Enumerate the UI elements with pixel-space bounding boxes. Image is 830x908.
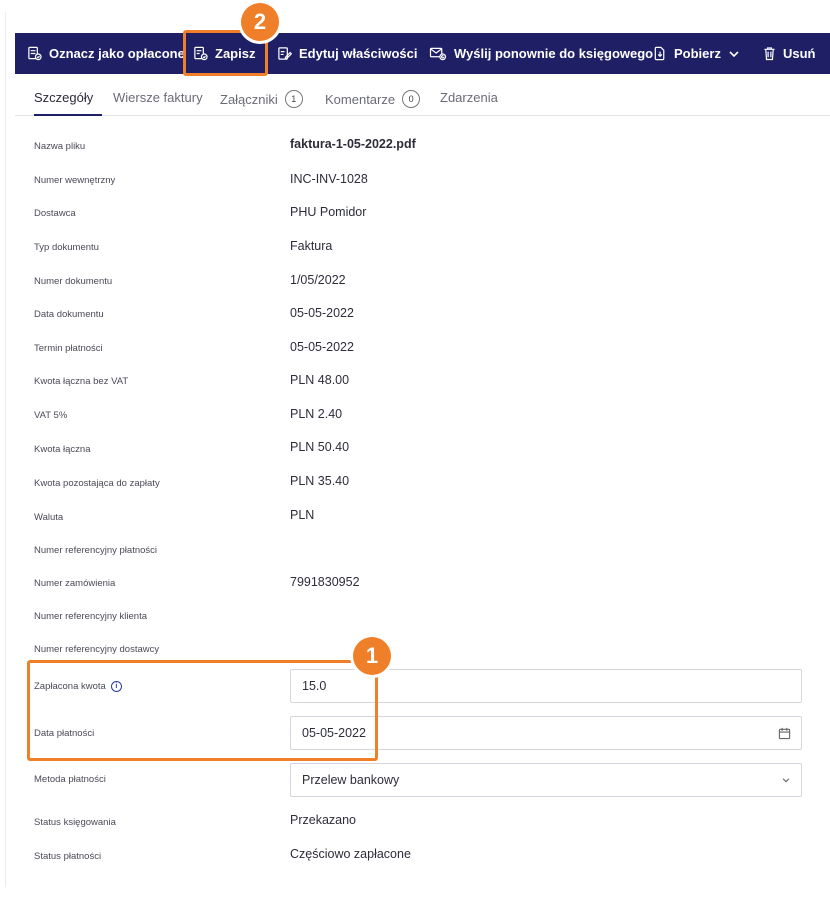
edit-properties-label: Edytuj właściwości xyxy=(299,46,418,61)
gross-total-label: Kwota łączna xyxy=(34,444,91,455)
payment-date-label: Data płatności xyxy=(34,728,95,739)
tab-bar: Szczegóły Wiersze faktury Załączniki 1 Ko… xyxy=(15,80,830,116)
tab-details[interactable]: Szczegóły xyxy=(34,90,93,105)
document-type-label: Typ dokumentu xyxy=(34,242,99,253)
document-number-label: Numer dokumentu xyxy=(34,276,113,287)
download-icon xyxy=(654,46,665,61)
currency-value: PLN xyxy=(290,508,315,522)
page-frame xyxy=(5,12,830,887)
delete-label: Usuń xyxy=(783,46,816,61)
download-button[interactable]: Pobierz xyxy=(653,33,740,74)
order-number-value: 7991830952 xyxy=(290,575,360,589)
select-chevron-icon xyxy=(781,764,791,796)
calendar-icon[interactable] xyxy=(778,717,791,749)
booking-status-label: Status księgowania xyxy=(34,817,116,828)
tab-attachments[interactable]: Załączniki 1 xyxy=(220,90,303,108)
payment-due-value: 05-05-2022 xyxy=(290,340,354,354)
save-label: Zapisz xyxy=(215,46,256,61)
trash-icon xyxy=(764,47,775,61)
vat-label: VAT 5% xyxy=(34,410,68,421)
active-tab-indicator xyxy=(34,114,102,116)
info-icon[interactable]: i xyxy=(110,681,122,692)
gross-total-value: PLN 50.40 xyxy=(290,440,350,454)
resend-button[interactable]: Wyślij ponownie do księgowego xyxy=(429,33,653,74)
payment-method-select[interactable]: Przelew bankowy xyxy=(290,763,802,797)
document-type-value: Faktura xyxy=(290,239,333,253)
attachments-count-badge: 1 xyxy=(284,90,303,108)
tab-events-label: Zdarzenia xyxy=(440,90,498,105)
mark-paid-button[interactable]: Oznacz jako opłacone xyxy=(27,33,185,74)
save-icon xyxy=(194,46,208,61)
payment-date-value: 05-05-2022 xyxy=(302,726,366,740)
supplier-reference-label: Numer referencyjny dostawcy xyxy=(34,644,160,655)
delete-button[interactable]: Usuń xyxy=(763,33,816,74)
step-1-marker: 1 xyxy=(353,637,391,675)
save-button[interactable]: Zapisz xyxy=(193,33,255,74)
mark-paid-icon xyxy=(28,46,42,61)
payment-method-label: Metoda płatności xyxy=(34,774,106,785)
net-total-label: Kwota łączna bez VAT xyxy=(34,376,129,387)
action-toolbar: Oznacz jako opłacone Zapisz Edytuj właśc… xyxy=(15,33,830,74)
tab-invoice-lines-label: Wiersze faktury xyxy=(113,90,203,105)
mark-paid-label: Oznacz jako opłacone xyxy=(49,46,185,61)
document-date-value: 05-05-2022 xyxy=(290,306,354,320)
vat-value: PLN 2.40 xyxy=(290,407,343,421)
currency-label: Waluta xyxy=(34,512,64,523)
comments-count-badge: 0 xyxy=(402,90,421,108)
document-number-value: 1/05/2022 xyxy=(290,273,346,287)
booking-status-value: Przekazano xyxy=(290,813,357,827)
tab-comments[interactable]: Komentarze 0 xyxy=(325,90,421,108)
download-label: Pobierz xyxy=(674,46,721,61)
supplier-value: PHU Pomidor xyxy=(290,205,367,219)
payment-method-value: Przelew bankowy xyxy=(302,773,400,787)
tab-attachments-label: Załączniki xyxy=(220,91,278,107)
paid-amount-label-text: Zapłacona kwota xyxy=(34,681,106,693)
payment-status-value: Częściowo zapłacone xyxy=(290,847,411,861)
internal-number-label: Numer wewnętrzny xyxy=(34,175,116,186)
tab-invoice-lines[interactable]: Wiersze faktury xyxy=(113,90,203,105)
edit-icon xyxy=(278,47,292,60)
tab-events[interactable]: Zdarzenia xyxy=(440,90,498,105)
document-date-label: Data dokumentu xyxy=(34,309,104,320)
tab-comments-label: Komentarze xyxy=(325,91,396,107)
file-name-label: Nazwa pliku xyxy=(34,141,86,152)
email-icon xyxy=(429,47,447,61)
remaining-amount-value: PLN 35.40 xyxy=(290,474,350,488)
payment-reference-label: Numer referencyjny płatności xyxy=(34,545,158,556)
payment-date-field[interactable]: 05-05-2022 xyxy=(290,716,802,750)
client-reference-label: Numer referencyjny klienta xyxy=(34,611,147,622)
paid-amount-label: Zapłacona kwota i xyxy=(34,681,122,692)
payment-due-label: Termin płatności xyxy=(34,343,103,354)
step-2-marker: 2 xyxy=(241,3,279,41)
tab-details-label: Szczegóły xyxy=(34,90,94,105)
resend-label: Wyślij ponownie do księgowego xyxy=(454,46,654,61)
payment-status-label: Status płatności xyxy=(34,851,102,862)
internal-number-value: INC-INV-1028 xyxy=(290,172,368,186)
remaining-amount-label: Kwota pozostająca do zapłaty xyxy=(34,478,160,489)
edit-properties-button[interactable]: Edytuj właściwości xyxy=(277,33,418,74)
file-name-value: faktura-1-05-2022.pdf xyxy=(290,137,416,151)
net-total-value: PLN 48.00 xyxy=(290,373,350,387)
supplier-label: Dostawca xyxy=(34,208,76,219)
paid-amount-value: 15.0 xyxy=(302,679,327,693)
chevron-down-icon xyxy=(729,50,739,57)
order-number-label: Numer zamówienia xyxy=(34,578,116,589)
